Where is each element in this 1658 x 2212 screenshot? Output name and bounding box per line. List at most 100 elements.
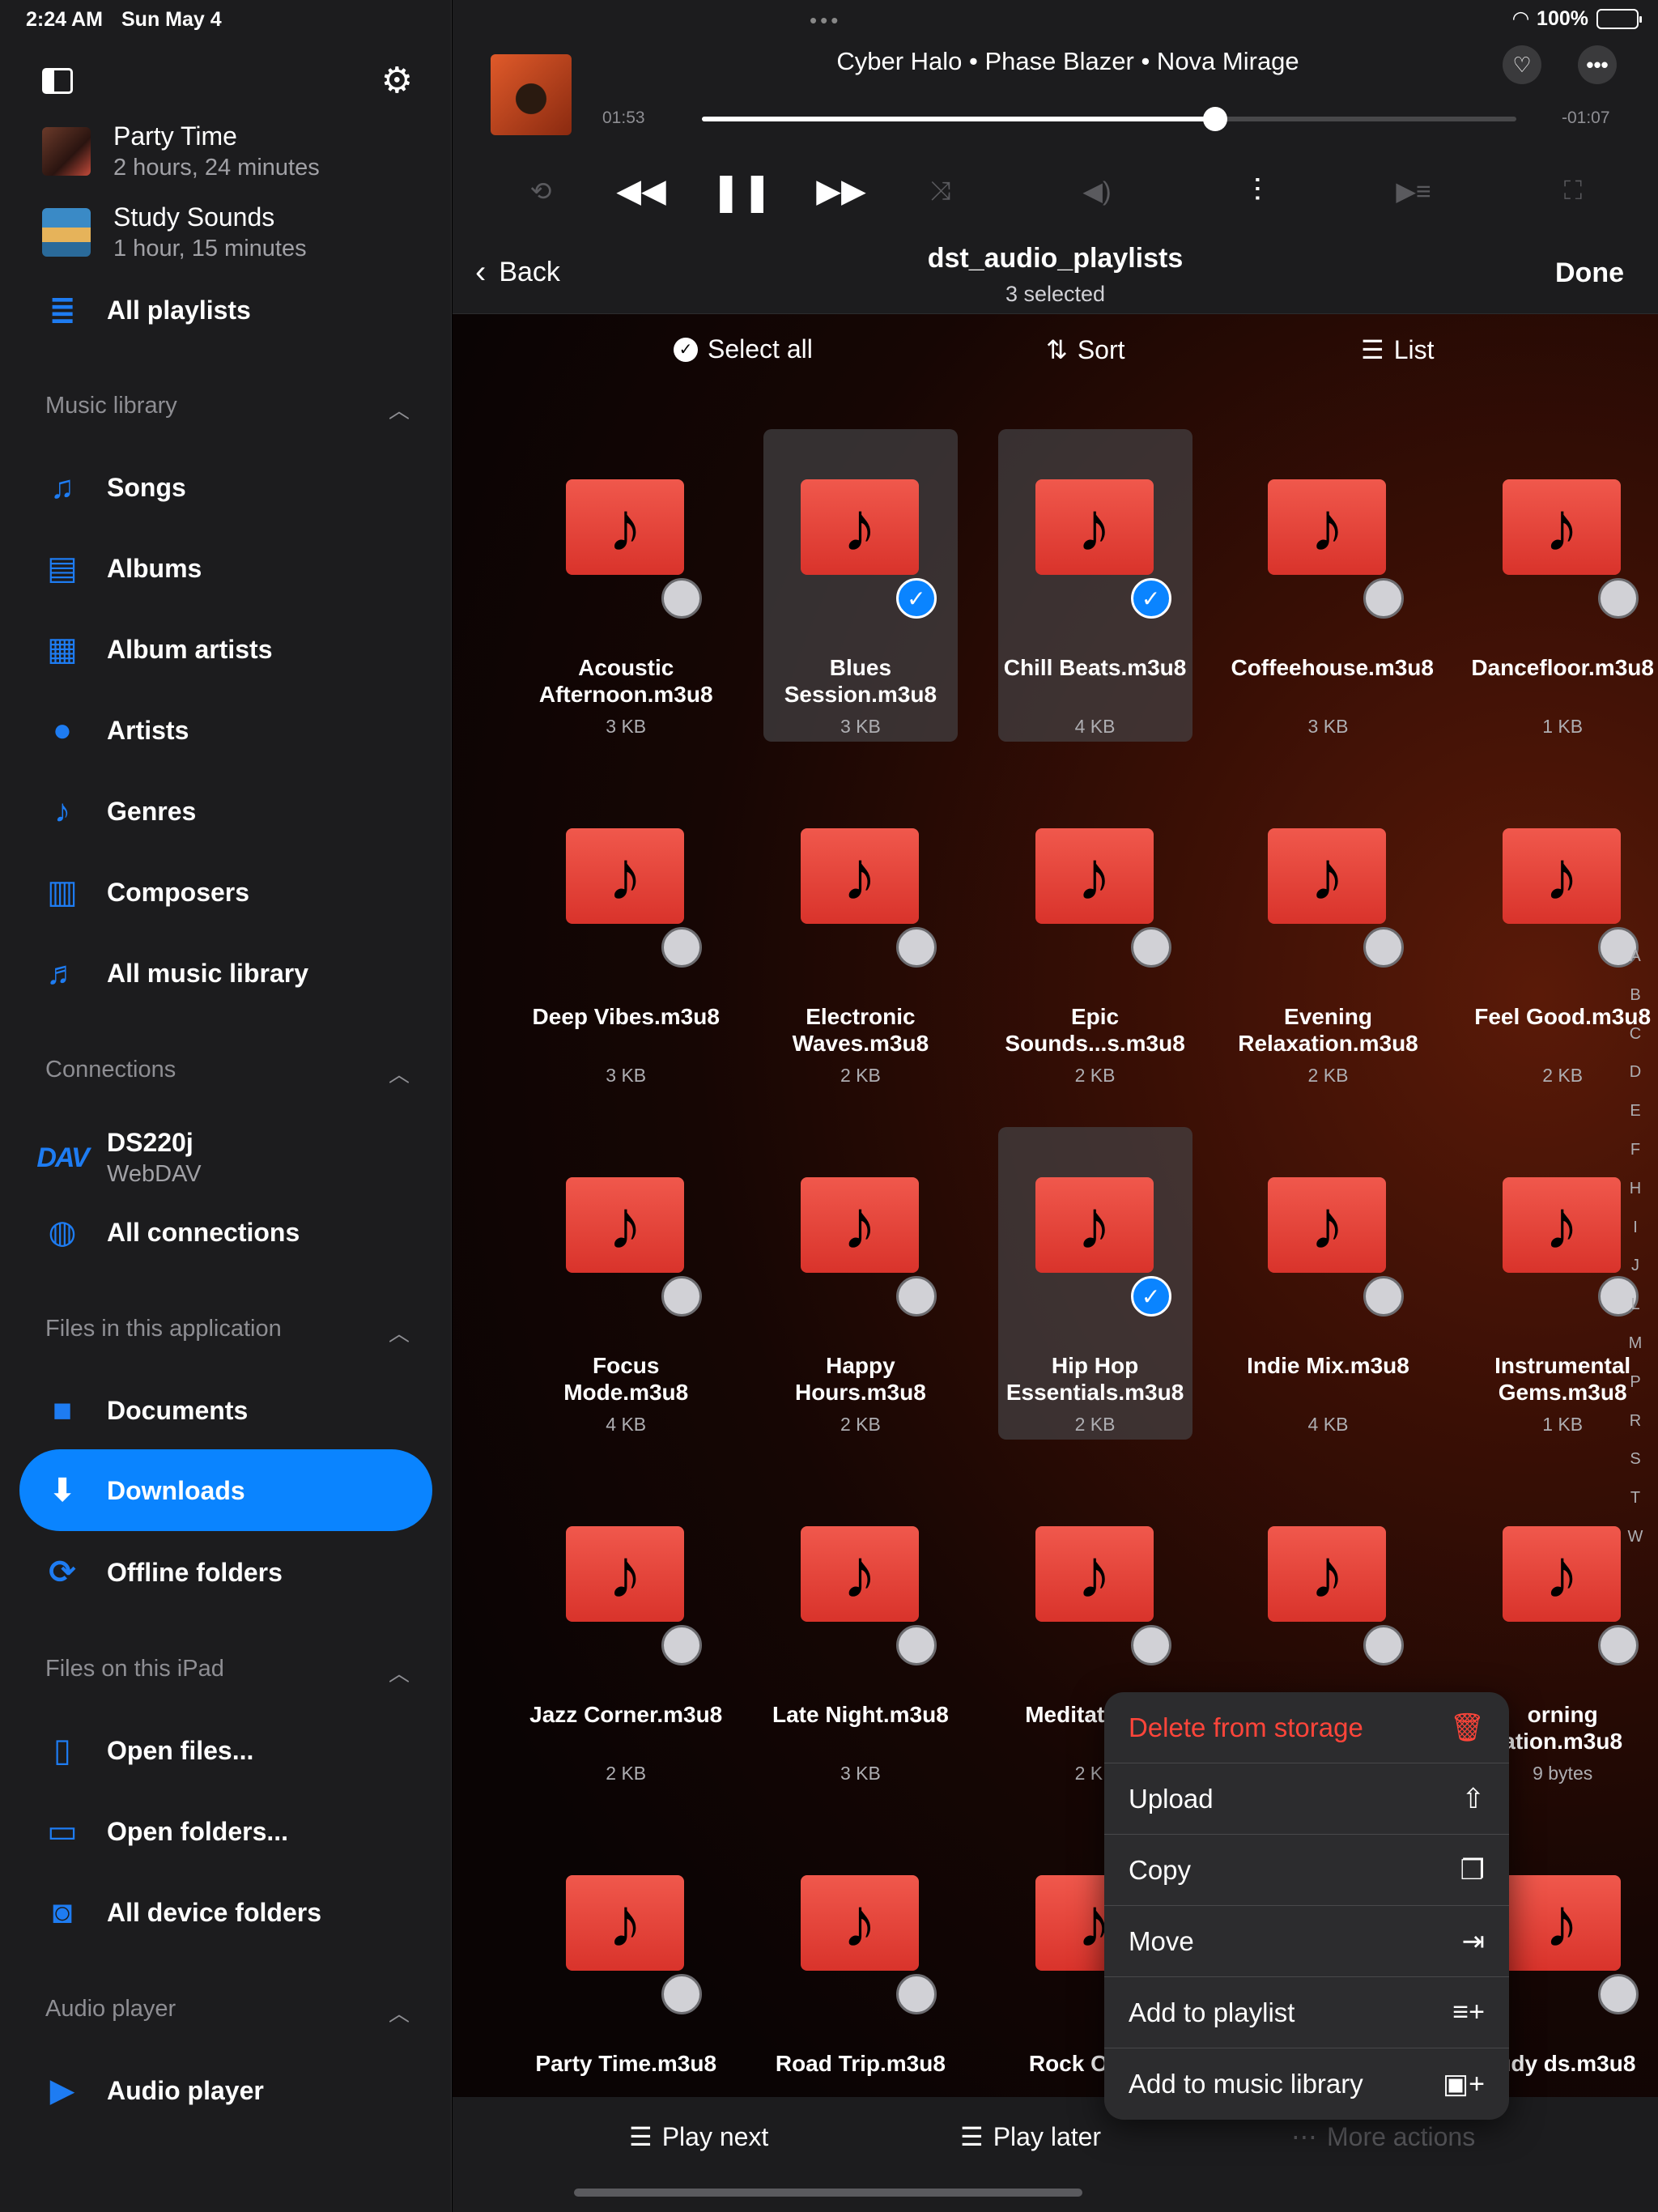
more-options-icon[interactable]: ••• — [1578, 45, 1617, 84]
fullscreen-icon[interactable]: ⛶ — [1549, 167, 1597, 215]
sidebar-toggle-icon[interactable] — [42, 68, 73, 94]
sidebar-item-all-device-folders[interactable]: ◙ All device folders — [42, 1884, 321, 1941]
index-letter[interactable]: C — [1627, 1025, 1643, 1064]
pause-icon[interactable]: ❚❚ — [710, 167, 772, 215]
sidebar-item-albums[interactable]: ▤ Albums — [42, 540, 202, 597]
chevron-up-icon[interactable]: ︿ — [389, 394, 410, 424]
volume-icon[interactable]: ◀) — [1073, 167, 1121, 215]
file-tile[interactable]: ♪ Party Time.m3u8 — [529, 1825, 723, 2138]
recent-playlist-party-time[interactable]: Party Time 2 hours, 24 minutes — [42, 121, 320, 181]
alphabet-index[interactable]: ABCDEFHIJLMPRSTW — [1627, 947, 1643, 1567]
track-title[interactable]: Cyber Halo • Phase Blazer • Nova Mirage — [695, 47, 1440, 76]
select-all-button[interactable]: ✓ Select all — [674, 334, 813, 364]
file-tile[interactable]: ♪ Electronic Waves.m3u8 2 KB — [763, 778, 958, 1091]
file-tile[interactable]: ♪ Acoustic Afternoon.m3u8 3 KB — [529, 429, 723, 742]
sidebar-item-open-files[interactable]: ▯ Open files... — [42, 1722, 253, 1779]
sidebar-item-composers[interactable]: ▥ Composers — [42, 864, 249, 921]
sidebar-item-artists[interactable]: ● Artists — [42, 702, 189, 759]
index-letter[interactable]: H — [1627, 1180, 1643, 1219]
selection-circle[interactable]: ✓ — [1130, 1276, 1171, 1317]
heart-icon[interactable]: ♡ — [1503, 45, 1541, 84]
sidebar-item-songs[interactable]: ♫ Songs — [42, 459, 186, 516]
file-tile[interactable]: ♪ Jazz Corner.m3u8 2 KB — [529, 1476, 723, 1789]
queue-icon[interactable]: ▶≡ — [1389, 167, 1438, 215]
section-files-on-ipad[interactable]: Files on this iPad ︿ — [45, 1656, 410, 1686]
sidebar-item-documents[interactable]: ■ Documents — [42, 1382, 248, 1439]
file-tile[interactable]: ♪ Focus Mode.m3u8 4 KB — [529, 1127, 723, 1440]
selection-circle[interactable] — [1598, 1974, 1639, 2015]
context-menu-item[interactable]: Move ⇥ — [1104, 1906, 1509, 1977]
selection-circle[interactable] — [1598, 1625, 1639, 1666]
selection-circle[interactable] — [1363, 1276, 1405, 1317]
file-tile[interactable]: ♪ ✓ Hip Hop Essentials.m3u8 2 KB — [997, 1127, 1192, 1440]
section-audio-player[interactable]: Audio player ︿ — [45, 1996, 410, 2026]
index-letter[interactable]: L — [1627, 1295, 1643, 1334]
selection-circle[interactable]: ✓ — [895, 578, 937, 619]
file-tile[interactable]: ♪ Happy Hours.m3u8 2 KB — [763, 1127, 958, 1440]
file-tile[interactable]: ♪ ✓ Blues Session.m3u8 3 KB — [763, 429, 958, 742]
fast-forward-icon[interactable]: ▶▶ — [816, 167, 866, 215]
chevron-up-icon[interactable]: ︿ — [389, 1058, 410, 1088]
section-files-in-app[interactable]: Files in this application ︿ — [45, 1316, 410, 1346]
file-tile[interactable]: ♪ Late Night.m3u8 3 KB — [763, 1476, 958, 1789]
file-tile[interactable]: ♪ Epic Sounds...s.m3u8 2 KB — [998, 778, 1192, 1091]
connection-ds220j[interactable]: DAV DS220j WebDAV — [36, 1121, 201, 1194]
sidebar-item-open-folders[interactable]: ▭ Open folders... — [42, 1803, 288, 1860]
context-menu-item[interactable]: Delete from storage 🗑 — [1104, 1692, 1509, 1763]
context-menu-item[interactable]: Add to playlist ≡+ — [1104, 1977, 1509, 2048]
sidebar-item-audio-player[interactable]: ▶ Audio player — [42, 2062, 264, 2119]
selection-circle[interactable] — [895, 1625, 937, 1666]
section-connections[interactable]: Connections ︿ — [45, 1057, 410, 1087]
file-tile[interactable]: ♪ Road Trip.m3u8 — [763, 1825, 958, 2138]
index-letter[interactable]: W — [1627, 1528, 1643, 1567]
album-art[interactable] — [491, 54, 572, 135]
sidebar-item-all-playlists[interactable]: ≣ All playlists — [42, 282, 251, 338]
index-letter[interactable]: I — [1627, 1219, 1643, 1257]
list-view-button[interactable]: ☰ List — [1361, 334, 1434, 365]
selection-circle[interactable] — [661, 1276, 703, 1317]
selection-circle[interactable] — [1130, 927, 1171, 968]
chevron-up-icon[interactable]: ︿ — [389, 1997, 410, 2027]
settings-gear-icon[interactable]: ⚙ — [381, 60, 413, 101]
sidebar-item-genres[interactable]: ♪ Genres — [42, 783, 196, 840]
index-letter[interactable]: B — [1627, 986, 1643, 1025]
file-tile[interactable]: ♪ Dancefloor.m3u8 1 KB — [1465, 429, 1658, 742]
file-tile[interactable]: ♪ ✓ Chill Beats.m3u8 4 KB — [997, 429, 1192, 742]
sidebar-item-offline-folders[interactable]: ⟳ Offline folders — [42, 1544, 283, 1601]
selection-circle[interactable] — [1598, 578, 1639, 619]
equalizer-icon[interactable]: ⫶ — [1233, 167, 1282, 215]
index-letter[interactable]: P — [1627, 1373, 1643, 1412]
selection-circle[interactable] — [1363, 578, 1405, 619]
index-letter[interactable]: E — [1627, 1102, 1643, 1141]
play-next-button[interactable]: ☰ Play next — [629, 2121, 768, 2152]
sort-button[interactable]: ⇅ Sort — [1046, 334, 1125, 365]
sidebar-item-all-music-library[interactable]: ♬ All music library — [42, 945, 308, 1002]
more-actions-button[interactable]: ⋯ More actions — [1291, 2121, 1475, 2152]
selection-circle[interactable] — [895, 1974, 937, 2015]
context-menu-item[interactable]: Add to music library ▣+ — [1104, 2048, 1509, 2120]
file-tile[interactable]: ♪ Deep Vibes.m3u8 3 KB — [529, 778, 723, 1091]
selection-circle[interactable] — [661, 1974, 703, 2015]
selection-circle[interactable] — [895, 1276, 937, 1317]
sidebar-item-all-connections[interactable]: ◍ All connections — [42, 1204, 300, 1261]
progress-slider[interactable] — [702, 107, 1516, 131]
file-tile[interactable]: ♪ Indie Mix.m3u8 4 KB — [1231, 1127, 1425, 1440]
sidebar-item-downloads[interactable]: ⬇ Downloads — [42, 1462, 244, 1519]
selection-circle[interactable] — [661, 1625, 703, 1666]
selection-circle[interactable] — [661, 578, 703, 619]
index-letter[interactable]: S — [1627, 1450, 1643, 1489]
index-letter[interactable]: D — [1627, 1063, 1643, 1102]
sidebar-item-album-artists[interactable]: ▦ Album artists — [42, 621, 272, 678]
index-letter[interactable]: F — [1627, 1141, 1643, 1180]
chevron-up-icon[interactable]: ︿ — [389, 1657, 410, 1687]
chevron-up-icon[interactable]: ︿ — [389, 1317, 410, 1347]
play-later-button[interactable]: ☰ Play later — [960, 2121, 1101, 2152]
rewind-icon[interactable]: ◀◀ — [616, 167, 666, 215]
index-letter[interactable]: M — [1627, 1334, 1643, 1373]
index-letter[interactable]: A — [1627, 947, 1643, 986]
selection-circle[interactable] — [895, 927, 937, 968]
multitasking-dots-icon[interactable]: ••• — [810, 8, 841, 33]
repeat-icon[interactable]: ⟲ — [517, 167, 565, 215]
done-button[interactable]: Done — [1555, 257, 1624, 289]
context-menu-item[interactable]: Copy ❐ — [1104, 1835, 1509, 1906]
